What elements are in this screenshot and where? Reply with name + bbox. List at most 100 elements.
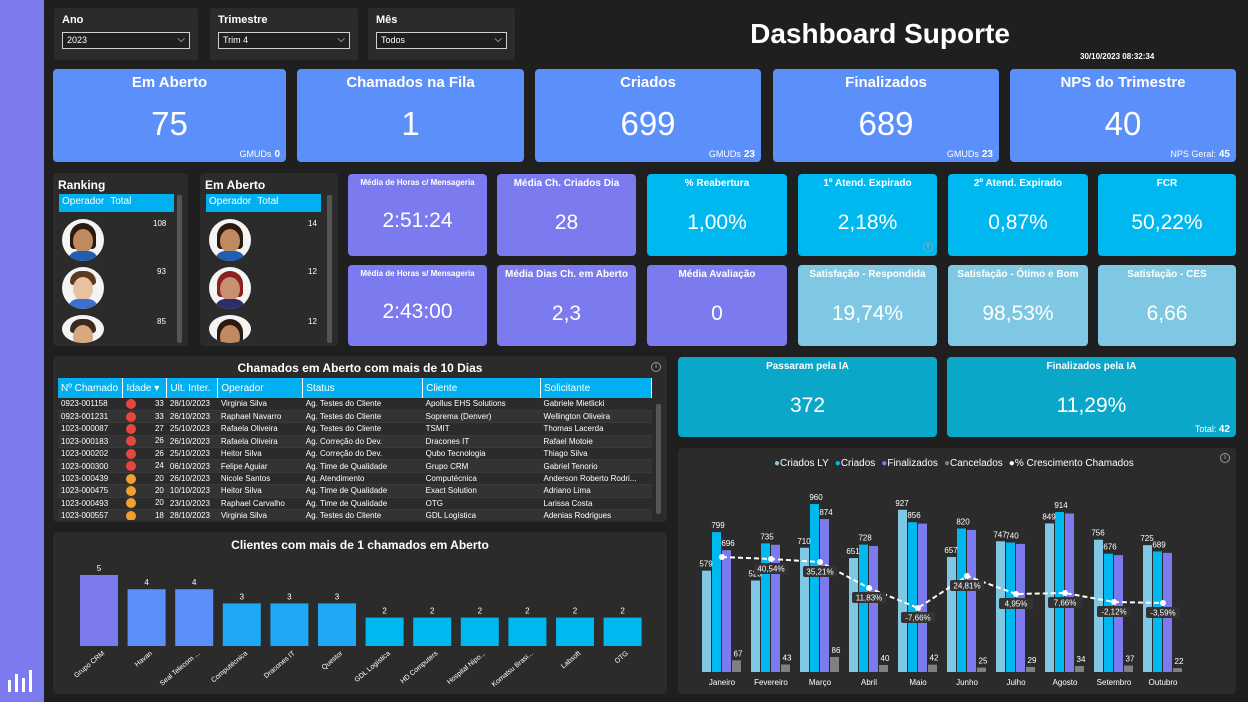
status-dot-icon	[125, 485, 136, 496]
bar[interactable]	[781, 664, 790, 672]
category-label: Junho	[956, 678, 978, 687]
legend-item[interactable]: ●Cancelados	[944, 458, 1003, 469]
bar[interactable]	[413, 617, 452, 646]
col-total[interactable]: Total	[107, 194, 134, 212]
bar[interactable]	[761, 543, 770, 672]
bar[interactable]	[928, 664, 937, 672]
bar[interactable]	[918, 523, 927, 672]
bar[interactable]	[898, 509, 907, 672]
idade-value: 24	[154, 461, 164, 471]
mes-select[interactable]: Todos ⌵	[376, 32, 507, 49]
bar[interactable]	[80, 575, 118, 646]
bar[interactable]	[1173, 668, 1182, 672]
filter-label: Ano	[62, 14, 84, 26]
bar[interactable]	[712, 532, 721, 672]
growth-point[interactable]	[1111, 599, 1117, 605]
bar[interactable]	[1124, 665, 1133, 672]
bar[interactable]	[849, 558, 858, 672]
col-operador[interactable]: Operador	[59, 194, 107, 212]
bar[interactable]	[460, 617, 499, 646]
growth-point[interactable]	[1062, 590, 1068, 596]
bar[interactable]	[1026, 666, 1035, 672]
growth-point[interactable]	[817, 559, 823, 565]
growth-point[interactable]	[866, 585, 872, 591]
bar[interactable]	[318, 603, 356, 646]
info-icon[interactable]: i	[651, 362, 661, 372]
col-total[interactable]: Total	[254, 194, 281, 212]
table-row[interactable]: 1023-000202 26 25/10/2023 Heitor Silva Ag. C…	[58, 447, 652, 461]
info-icon[interactable]: i	[923, 242, 933, 252]
table-row[interactable]: 1023-000183 26 26/10/2023 Rafaela Oliveira A…	[58, 435, 652, 449]
bar[interactable]	[869, 546, 878, 672]
monthly-chart-panel: i ●Criados LY ●Criados ●Finalizados ●Cancel…	[678, 448, 1236, 694]
scrollbar[interactable]	[656, 404, 661, 514]
growth-point[interactable]	[719, 554, 725, 560]
bar[interactable]	[270, 603, 309, 646]
legend-item[interactable]: ●Criados	[835, 458, 876, 469]
growth-point[interactable]	[1013, 591, 1019, 597]
growth-point[interactable]	[1160, 600, 1166, 606]
legend-item[interactable]: ●Finalizados	[881, 458, 938, 469]
column-header[interactable]: Idade ▾	[122, 378, 168, 398]
bar[interactable]	[175, 589, 214, 646]
growth-point[interactable]	[964, 573, 970, 579]
legend-item[interactable]: ●% Crescimento Chamados	[1009, 458, 1134, 469]
bar[interactable]	[702, 570, 711, 672]
bar[interactable]	[1075, 666, 1084, 672]
scrollbar[interactable]	[327, 195, 332, 343]
table-row[interactable]: 1023-000087 27 25/10/2023 Rafaela Oliveira A…	[58, 422, 652, 436]
table-row[interactable]: 0923-001231 33 26/10/2023 Raphael Navarro Ag…	[58, 410, 652, 424]
growth-point[interactable]	[915, 605, 921, 611]
trimestre-select[interactable]: Trim 4 ⌵	[218, 32, 350, 49]
bar[interactable]	[365, 617, 404, 646]
table-row[interactable]: 1023-000300 24 06/10/2023 Felipe Aguiar Ag. …	[58, 459, 652, 473]
table-row[interactable]: 1023-000493 20 23/10/2023 Raphael Carvalho A…	[58, 497, 652, 511]
column-header[interactable]: Ult. Inter.	[166, 378, 219, 398]
table-cell: Felipe Aguiar	[217, 459, 303, 473]
bar[interactable]	[859, 544, 868, 672]
bar[interactable]	[830, 656, 839, 672]
bar[interactable]	[1094, 539, 1103, 672]
ano-select[interactable]: 2023 ⌵	[62, 32, 190, 49]
column-header[interactable]: Solicitante	[540, 378, 652, 398]
bar[interactable]	[127, 589, 166, 646]
bar[interactable]	[508, 617, 547, 646]
card-value: 2,3	[551, 302, 582, 325]
table-row[interactable]: 1023-000557 18 28/10/2023 Virginia Silva Ag.…	[58, 509, 652, 520]
table-cell: Thomas Lacerda	[540, 422, 652, 436]
column-header[interactable]: Status	[302, 378, 424, 398]
bar[interactable]	[957, 528, 966, 673]
table-row[interactable]: 1023-000475 20 10/10/2023 Heitor Silva Ag. T…	[58, 484, 652, 498]
table-cell: 1023-000439	[58, 472, 123, 486]
column-header[interactable]: Cliente	[422, 378, 541, 398]
category-label: Março	[809, 678, 832, 687]
table-row[interactable]: 1023-000439 20 26/10/2023 Nicole Santos Ag. …	[58, 472, 652, 486]
bar[interactable]	[556, 617, 594, 646]
bar[interactable]	[603, 617, 642, 646]
legend-item[interactable]: ●Criados LY	[774, 458, 829, 469]
bar[interactable]	[947, 557, 956, 672]
chevron-down-icon: ⌵	[337, 34, 345, 45]
bar[interactable]	[820, 519, 829, 672]
bar[interactable]	[908, 522, 917, 672]
table-cell: Adriano Lima	[540, 484, 652, 498]
col-operador[interactable]: Operador	[206, 194, 254, 212]
data-label: 3	[240, 592, 245, 601]
bar[interactable]	[722, 550, 731, 672]
column-header[interactable]: Operador	[217, 378, 304, 398]
table-row[interactable]: 0923-001158 33 28/10/2023 Virginia Silva Ag.…	[58, 398, 652, 411]
card-media-dias-aberto: Média Dias Ch. em Aberto 2,3	[497, 265, 636, 346]
bar[interactable]	[732, 660, 741, 672]
bar[interactable]	[751, 580, 760, 672]
card-title: Média Avaliação	[678, 269, 756, 280]
bar[interactable]	[810, 504, 819, 672]
scrollbar[interactable]	[177, 195, 182, 343]
bar[interactable]	[879, 665, 888, 672]
growth-point[interactable]	[768, 556, 774, 562]
select-value: Todos	[381, 35, 406, 45]
bar[interactable]	[977, 667, 986, 672]
info-icon[interactable]: i	[1220, 453, 1230, 463]
bar[interactable]	[222, 603, 261, 646]
bar[interactable]	[967, 529, 976, 672]
column-header[interactable]: Nº Chamado	[58, 378, 124, 398]
